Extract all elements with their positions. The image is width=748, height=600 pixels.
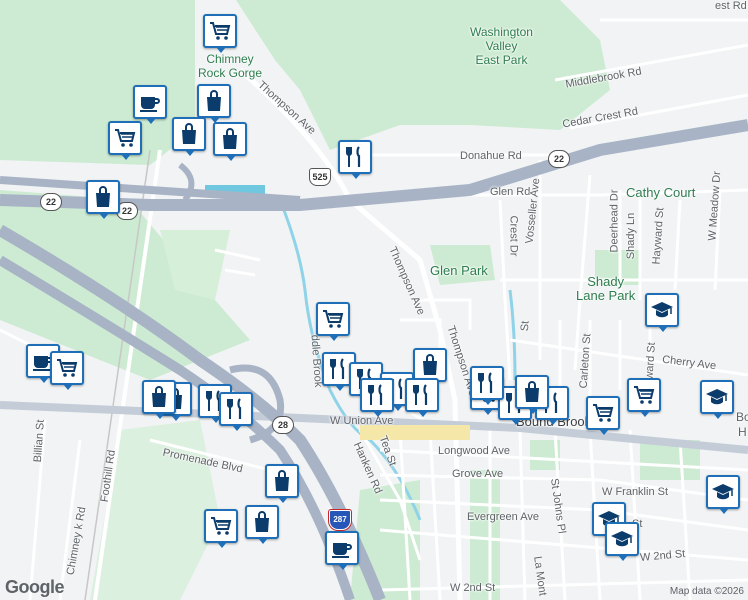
poi-marker[interactable] [133,85,167,124]
route-525-shield: 525 [309,168,331,186]
route-28-shield: 28 [272,416,294,434]
route-22-shield-a: 22 [40,193,62,211]
map-base [0,0,748,600]
shopping-cart-icon [210,22,231,40]
shopping-bag-icon [255,511,269,532]
school-icon [611,531,633,547]
shopping-cart-icon [57,359,78,377]
shopping-bag-icon [223,128,237,149]
shopping-bag-icon [152,386,166,407]
street-w-franklin: W Franklin St [602,486,669,498]
street-evergreen: Evergreen Ave [467,511,539,523]
shopping-bag-icon [182,123,196,144]
place-bo: Bo [736,410,748,424]
street-ward-a: St [518,320,532,332]
place-chimney-rock: Chimney Rock Gorge [198,52,263,80]
poi-marker[interactable] [213,122,247,161]
poi-marker[interactable] [413,348,447,387]
street-donahue: Donahue Rd [460,150,522,162]
street-w-union: W Union Ave [330,415,394,427]
restaurant-icon [330,358,345,379]
poi-marker[interactable] [360,378,394,417]
street-grove: Grove Ave [452,468,504,480]
poi-marker[interactable] [204,509,238,548]
shopping-cart-icon [593,404,614,422]
street-deerhead: Deerhead Dr [608,189,621,253]
shopping-bag-icon [525,381,539,402]
poi-marker[interactable] [700,380,734,419]
poi-marker[interactable] [86,180,120,219]
poi-marker[interactable] [338,140,372,179]
school-icon [712,484,734,500]
shopping-cart-icon [211,517,232,535]
place-cathy-court: Cathy Court [626,185,696,200]
poi-marker[interactable] [586,396,620,435]
restaurant-icon [368,384,383,405]
interstate-287-shield: 287 [329,510,351,530]
poi-marker[interactable] [316,302,350,341]
poi-marker[interactable] [108,121,142,160]
poi-marker[interactable] [706,475,740,514]
place-washington-valley: Washington Valley East Park [470,25,533,67]
shopping-bag-icon [207,90,221,111]
street-west-rd: est Rd [715,0,747,12]
shopping-bag-icon [423,354,437,375]
poi-marker[interactable] [515,375,549,414]
map-canvas[interactable]: Washington Valley East Park Chimney Rock… [0,0,748,600]
shopping-cart-icon [115,129,136,147]
place-shady-lane: Shady Lane Park [576,274,636,303]
school-icon [706,389,728,405]
restaurant-icon [346,146,361,167]
poi-marker[interactable] [265,464,299,503]
poi-marker[interactable] [405,378,439,417]
shopping-cart-icon [323,310,344,328]
street-glen: Glen Rd [490,186,531,198]
map-attribution[interactable]: Map data ©2026 [670,586,744,597]
school-icon [651,302,673,318]
place-h: H [738,425,747,439]
street-crest: Crest Dr [507,215,520,257]
poi-marker[interactable] [605,522,639,561]
poi-marker[interactable] [470,366,504,405]
google-logo: Google [5,577,65,597]
route-22-shield-c: 22 [548,150,570,168]
restaurant-icon [478,372,493,393]
shopping-bag-icon [275,470,289,491]
shopping-bag-icon [96,186,110,207]
poi-marker[interactable] [50,351,84,390]
place-glen-park: Glen Park [430,263,488,278]
street-w-2nd-a: W 2nd St [450,582,496,594]
poi-marker[interactable] [645,293,679,332]
poi-marker[interactable] [627,378,661,417]
poi-marker[interactable] [142,380,176,419]
poi-marker[interactable] [325,531,359,570]
poi-marker[interactable] [203,14,237,53]
coffee-cup-icon [140,97,160,112]
poi-marker[interactable] [197,84,231,123]
shopping-cart-icon [634,386,655,404]
poi-marker[interactable] [172,117,206,156]
street-shady-ln: Shady Ln [625,212,638,260]
coffee-cup-icon [332,543,352,558]
restaurant-icon [413,384,428,405]
restaurant-icon [227,398,242,419]
poi-marker[interactable] [245,505,279,544]
street-longwood: Longwood Ave [438,445,510,457]
poi-marker[interactable] [219,392,253,431]
